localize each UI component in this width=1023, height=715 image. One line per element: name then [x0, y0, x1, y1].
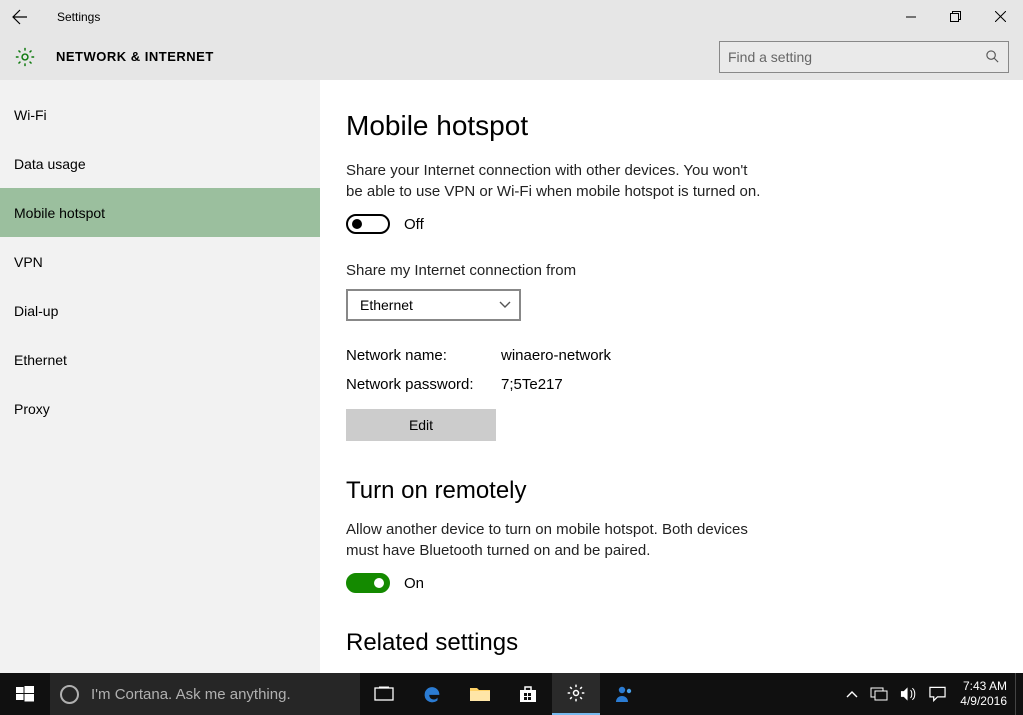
tray-overflow-button[interactable]	[840, 673, 864, 715]
chevron-up-icon	[846, 690, 858, 698]
gear-icon	[14, 46, 36, 68]
remote-description: Allow another device to turn on mobile h…	[346, 519, 766, 561]
taskbar-app-edge[interactable]	[408, 673, 456, 715]
network-password-value: 7;5Te217	[501, 376, 563, 393]
hotspot-toggle-row: Off	[346, 214, 997, 234]
notification-icon	[929, 686, 946, 702]
speaker-icon	[900, 686, 917, 702]
close-button[interactable]	[978, 0, 1023, 33]
taskbar: I'm Cortana. Ask me anything.	[0, 673, 1023, 715]
search-box[interactable]	[719, 41, 1009, 73]
store-icon	[518, 684, 538, 704]
hotspot-toggle-label: Off	[404, 216, 424, 233]
search-icon	[985, 49, 1000, 64]
clock-date: 4/9/2016	[960, 694, 1007, 709]
tray-action-center-button[interactable]	[923, 673, 952, 715]
page-title: Mobile hotspot	[346, 110, 997, 142]
back-button[interactable]	[0, 0, 40, 33]
system-tray: 7:43 AM 4/9/2016	[840, 673, 1023, 715]
sidebar-item-proxy[interactable]: Proxy	[0, 384, 320, 433]
remote-toggle-label: On	[404, 575, 424, 592]
maximize-button[interactable]	[933, 0, 978, 33]
back-arrow-icon	[12, 9, 28, 25]
network-password-row: Network password: 7;5Te217	[346, 376, 997, 393]
sidebar-item-label: Wi-Fi	[14, 107, 47, 123]
cortana-icon	[60, 685, 79, 704]
start-button[interactable]	[0, 673, 50, 715]
body: Wi-Fi Data usage Mobile hotspot VPN Dial…	[0, 80, 1023, 673]
network-name-value: winaero-network	[501, 347, 611, 364]
edge-icon	[421, 683, 443, 705]
category-title: NETWORK & INTERNET	[56, 49, 214, 64]
sidebar-item-dial-up[interactable]: Dial-up	[0, 286, 320, 335]
sidebar-item-mobile-hotspot[interactable]: Mobile hotspot	[0, 188, 320, 237]
sidebar: Wi-Fi Data usage Mobile hotspot VPN Dial…	[0, 80, 320, 673]
search-input[interactable]	[728, 49, 985, 65]
content: Mobile hotspot Share your Internet conne…	[320, 80, 1023, 673]
task-view-button[interactable]	[360, 673, 408, 715]
tray-volume-button[interactable]	[894, 673, 923, 715]
close-icon	[995, 11, 1006, 22]
person-icon	[614, 684, 634, 704]
settings-window: Settings N	[0, 0, 1023, 673]
windows-logo-icon	[16, 685, 34, 703]
toggle-knob-icon	[374, 578, 384, 588]
window-controls	[888, 0, 1023, 33]
hotspot-description: Share your Internet connection with othe…	[346, 160, 766, 202]
sidebar-item-label: Proxy	[14, 401, 50, 417]
share-from-dropdown[interactable]: Ethernet	[346, 289, 521, 321]
sidebar-item-label: VPN	[14, 254, 43, 270]
sidebar-item-ethernet[interactable]: Ethernet	[0, 335, 320, 384]
titlebar-left: Settings	[0, 0, 100, 33]
header-left: NETWORK & INTERNET	[14, 46, 214, 68]
clock-time: 7:43 AM	[963, 679, 1007, 694]
sidebar-item-label: Data usage	[14, 156, 86, 172]
titlebar: Settings	[0, 0, 1023, 33]
network-icon	[870, 686, 888, 702]
gear-icon	[566, 683, 586, 703]
hotspot-toggle[interactable]	[346, 214, 390, 234]
taskbar-app-feedback[interactable]	[600, 673, 648, 715]
remote-toggle[interactable]	[346, 573, 390, 593]
remote-toggle-row: On	[346, 573, 997, 593]
task-view-icon	[374, 686, 394, 702]
minimize-icon	[906, 12, 916, 22]
share-from-value: Ethernet	[360, 297, 413, 313]
task-icons	[360, 673, 648, 715]
remote-title: Turn on remotely	[346, 477, 997, 505]
sidebar-item-label: Mobile hotspot	[14, 205, 105, 221]
sidebar-item-data-usage[interactable]: Data usage	[0, 139, 320, 188]
maximize-icon	[950, 11, 961, 22]
network-name-label: Network name:	[346, 347, 501, 364]
sidebar-item-label: Dial-up	[14, 303, 58, 319]
taskbar-app-settings[interactable]	[552, 673, 600, 715]
tray-network-button[interactable]	[864, 673, 894, 715]
taskbar-app-explorer[interactable]	[456, 673, 504, 715]
cortana-search[interactable]: I'm Cortana. Ask me anything.	[50, 673, 360, 715]
network-name-row: Network name: winaero-network	[346, 347, 997, 364]
cortana-placeholder: I'm Cortana. Ask me anything.	[91, 686, 291, 703]
taskbar-app-store[interactable]	[504, 673, 552, 715]
show-desktop-button[interactable]	[1015, 673, 1021, 715]
chevron-down-icon	[499, 301, 511, 309]
folder-icon	[469, 685, 491, 703]
network-password-label: Network password:	[346, 376, 501, 393]
related-title: Related settings	[346, 629, 997, 657]
sidebar-item-vpn[interactable]: VPN	[0, 237, 320, 286]
window-title: Settings	[40, 10, 100, 24]
toggle-knob-icon	[352, 219, 362, 229]
edit-button[interactable]: Edit	[346, 409, 496, 441]
clock[interactable]: 7:43 AM 4/9/2016	[952, 673, 1015, 715]
minimize-button[interactable]	[888, 0, 933, 33]
share-from-label: Share my Internet connection from	[346, 262, 997, 279]
sidebar-item-wifi[interactable]: Wi-Fi	[0, 90, 320, 139]
header: NETWORK & INTERNET	[0, 33, 1023, 80]
sidebar-item-label: Ethernet	[14, 352, 67, 368]
